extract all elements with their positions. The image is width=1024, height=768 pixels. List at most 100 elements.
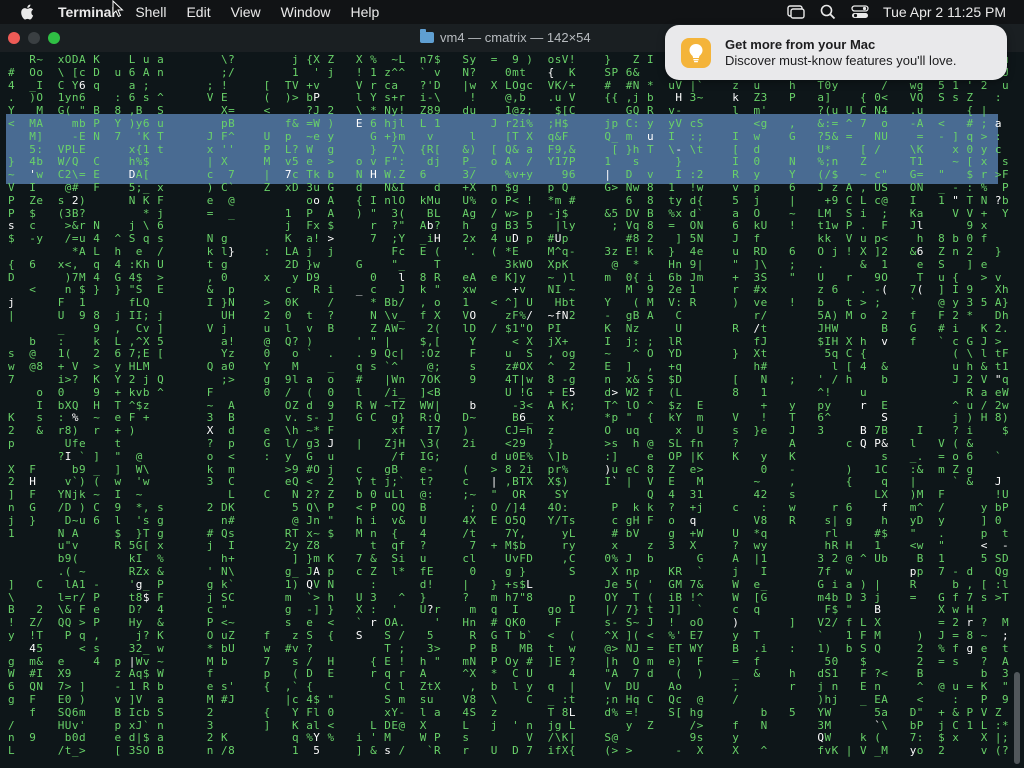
- matrix-glyph: |: [625, 475, 633, 489]
- matrix-glyph: h: [221, 552, 228, 566]
- matrix-glyph: F: [157, 590, 164, 604]
- matrix-glyph: >: [980, 270, 988, 284]
- menu-clock[interactable]: Tue Apr 2 11:25 PM: [883, 4, 1006, 20]
- matrix-glyph: P: [789, 91, 796, 105]
- matrix-glyph: ): [845, 462, 853, 476]
- matrix-glyph: A: [647, 309, 654, 322]
- terminal-content[interactable]: #4. Y <} ~ V P Ps ${Dj | s w 7 K 2 p X 2] n j 1] \ B! y g W 6 g / n L…: [0, 52, 1024, 768]
- matrix-glyph: {: [419, 142, 427, 156]
- search-icon[interactable]: [819, 3, 837, 21]
- matrix-glyph: g: [469, 206, 477, 220]
- matrix-glyph: W: [135, 462, 143, 476]
- matrix-glyph: }: [391, 129, 399, 143]
- matrix-glyph: N: [327, 577, 335, 591]
- minimize-window-button[interactable]: [28, 32, 40, 44]
- matrix-glyph: A: [547, 398, 555, 412]
- matrix-glyph: /: [64, 232, 72, 246]
- matrix-glyph: l: [221, 245, 228, 258]
- matrix-glyph: #: [568, 193, 576, 207]
- matrix-glyph: ;: [142, 309, 150, 322]
- matrix-glyph: g: [490, 219, 498, 233]
- zoom-window-button[interactable]: [48, 32, 60, 44]
- matrix-glyph: G: [114, 270, 122, 284]
- matrix-glyph: +: [142, 411, 150, 425]
- menu-window[interactable]: Window: [271, 4, 341, 20]
- matrix-glyph: /: [938, 501, 945, 514]
- matrix-glyph: ": [938, 168, 945, 182]
- matrix-glyph: g: [263, 373, 271, 386]
- matrix-glyph: U: [221, 309, 228, 322]
- matrix-glyph: F: [512, 309, 519, 322]
- matrix-glyph: h: [505, 590, 512, 604]
- matrix-glyph: j: [554, 206, 562, 220]
- matrix-glyph: 5: [426, 629, 434, 642]
- matrix-glyph: 2: [206, 705, 214, 719]
- matrix-glyph: F: [221, 129, 228, 143]
- matrix-glyph: ~: [696, 91, 704, 105]
- matrix-glyph: |: [845, 744, 853, 758]
- matrix-glyph: d: [462, 104, 470, 118]
- menu-shell[interactable]: Shell: [125, 4, 176, 20]
- matrix-glyph: ": [881, 168, 888, 182]
- matrix-glyph: %: [611, 552, 619, 566]
- matrix-glyph: I: [36, 78, 44, 92]
- notification-banner[interactable]: Get more from your Mac Discover must-kno…: [665, 25, 1007, 80]
- matrix-glyph: B: [434, 385, 441, 399]
- control-center-icon[interactable]: [851, 3, 869, 21]
- matrix-glyph: s: [469, 360, 477, 374]
- matrix-glyph: ?: [142, 629, 150, 642]
- matrix-glyph: l: [419, 705, 427, 719]
- matrix-glyph: -: [561, 373, 569, 386]
- matrix-glyph: Z: [860, 155, 867, 169]
- matrix-glyph: 6: [916, 245, 924, 258]
- matrix-glyph: \: [434, 91, 441, 105]
- matrix-glyph: (: [263, 91, 271, 105]
- screen-mirroring-icon[interactable]: [787, 3, 805, 21]
- matrix-glyph: I: [675, 168, 683, 182]
- matrix-glyph: s: [57, 193, 65, 207]
- matrix-glyph: &: [568, 142, 576, 156]
- matrix-glyph: ': [675, 629, 683, 642]
- matrix-glyph: j: [391, 117, 399, 130]
- matrix-glyph: J: [689, 270, 697, 284]
- matrix-glyph: V: [206, 91, 214, 105]
- matrix-glyph: u: [384, 488, 391, 502]
- matrix-glyph: }: [675, 155, 683, 169]
- matrix-glyph: K: [8, 411, 15, 425]
- matrix-glyph: Z: [327, 53, 335, 66]
- matrix-glyph: R: [434, 744, 441, 758]
- matrix-glyph: d: [419, 577, 427, 591]
- matrix-glyph: l: [831, 360, 839, 374]
- matrix-glyph: _: [419, 232, 427, 246]
- matrix-glyph: Y: [114, 373, 122, 386]
- matrix-glyph: t: [370, 539, 377, 553]
- matrix-glyph: n: [221, 513, 228, 527]
- matrix-glyph: j: [434, 155, 441, 169]
- menu-help[interactable]: Help: [340, 4, 389, 20]
- matrix-glyph: U: [462, 193, 470, 207]
- apple-menu-icon[interactable]: [16, 1, 38, 23]
- matrix-glyph: e: [206, 680, 214, 694]
- matrix-glyph: f: [398, 539, 406, 553]
- matrix-glyph: x: [675, 206, 683, 220]
- matrix-glyph: y: [824, 398, 832, 412]
- matrix-glyph: ]: [611, 449, 619, 463]
- matrix-glyph: t: [370, 475, 377, 489]
- matrix-glyph: U: [64, 437, 72, 450]
- close-window-button[interactable]: [8, 32, 20, 44]
- matrix-glyph: %: [611, 705, 619, 719]
- matrix-glyph: f: [263, 629, 271, 642]
- matrix-glyph: J: [817, 321, 825, 335]
- matrix-glyph: 6: [128, 91, 136, 105]
- matrix-glyph: t: [817, 219, 825, 233]
- matrix-glyph: #: [29, 667, 36, 681]
- matrix-glyph: ?: [817, 129, 825, 143]
- scrollbar[interactable]: [1014, 672, 1020, 764]
- matrix-glyph: V: [647, 475, 654, 489]
- matrix-glyph: u: [611, 462, 619, 476]
- menu-edit[interactable]: Edit: [176, 4, 220, 20]
- menu-view[interactable]: View: [221, 4, 271, 20]
- matrix-glyph: $: [142, 667, 150, 681]
- matrix-glyph: ]: [980, 513, 988, 527]
- matrix-glyph: X: [696, 744, 704, 758]
